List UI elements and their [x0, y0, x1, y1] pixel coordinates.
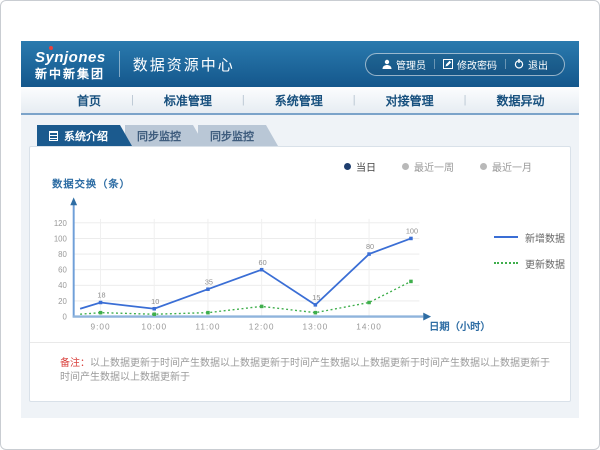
- chart-row: 0 20 40 60 80 100 120 9:00 10:00 11:00 12:00 13:00 1…: [30, 174, 570, 340]
- tab-0[interactable]: 系统介绍: [37, 125, 132, 146]
- svg-text:10:00: 10:00: [141, 321, 167, 331]
- svg-text:9:00: 9:00: [91, 321, 111, 331]
- svg-text:18: 18: [97, 291, 105, 300]
- document-icon: [49, 131, 58, 141]
- svg-text:13:00: 13:00: [303, 321, 329, 331]
- user-button-label: 管理员: [396, 57, 426, 72]
- tab-label: 同步监控: [137, 128, 181, 144]
- chart-panel: 当日 最近一周 最近一月 0 20 40 60 80 100 120 9:00 10:00 11:00…: [29, 146, 571, 402]
- content-area: 系统介绍 同步监控 同步监控 当日 最近一周 最近一月 0 20 40 60 80 100 120 9…: [21, 115, 579, 418]
- footnote: 备注：以上数据更新于时间产生数据以上数据更新于时间产生数据以上数据更新于时间产生…: [30, 342, 570, 401]
- svg-text:40: 40: [58, 281, 67, 290]
- nav-separator: |: [464, 94, 467, 106]
- footnote-label: 备注：: [60, 358, 90, 369]
- svg-text:10: 10: [151, 297, 159, 306]
- nav-item-3[interactable]: 对接管理: [386, 92, 434, 109]
- filter-label: 当日: [356, 159, 376, 174]
- user-icon: [382, 59, 392, 69]
- nav-item-0[interactable]: 首页: [77, 92, 101, 109]
- logout-button[interactable]: 退出: [506, 57, 556, 72]
- nav-item-4[interactable]: 数据异动: [497, 92, 545, 109]
- tab-2[interactable]: 同步监控: [198, 125, 278, 146]
- app-window: Synjones 新中新集团 数据资源中心 管理员 修改密码: [0, 0, 600, 450]
- svg-text:120: 120: [54, 219, 68, 228]
- logo-text-cn: 新中新集团: [35, 68, 106, 80]
- brand: Synjones 新中新集团 数据资源中心: [35, 48, 235, 80]
- logout-label: 退出: [528, 57, 548, 72]
- logout-icon: [514, 59, 524, 69]
- logo-red-dot-icon: [49, 46, 53, 50]
- dotted-line-swatch: [494, 262, 518, 264]
- legend-label: 新增数据: [525, 230, 565, 245]
- edit-icon: [443, 59, 453, 69]
- radio-dot-icon: [480, 163, 487, 170]
- legend-item-update-data: 更新数据: [494, 256, 565, 271]
- header-divider: [119, 51, 120, 77]
- radio-dot-icon: [344, 163, 351, 170]
- change-password-button[interactable]: 修改密码: [435, 57, 505, 72]
- svg-text:14:00: 14:00: [356, 321, 382, 331]
- header: Synjones 新中新集团 数据资源中心 管理员 修改密码: [21, 41, 579, 87]
- change-password-label: 修改密码: [457, 57, 497, 72]
- user-toolbar: 管理员 修改密码 退出: [365, 53, 565, 76]
- svg-text:0: 0: [63, 312, 68, 321]
- page-title: 数据资源中心: [133, 54, 235, 75]
- solid-line-swatch: [494, 236, 518, 238]
- tab-bar: 系统介绍 同步监控 同步监控: [29, 125, 571, 146]
- page: Synjones 新中新集团 数据资源中心 管理员 修改密码: [21, 41, 579, 418]
- nav-item-2[interactable]: 系统管理: [275, 92, 323, 109]
- logo-text-en: Synjones: [35, 50, 106, 65]
- legend-item-new-data: 新增数据: [494, 230, 565, 245]
- tab-label: 系统介绍: [64, 128, 108, 144]
- line-chart: 0 20 40 60 80 100 120 9:00 10:00 11:00 12:00 13:00 1…: [42, 174, 494, 340]
- svg-text:12:00: 12:00: [249, 321, 275, 331]
- svg-text:数据交换（条）: 数据交换（条）: [52, 178, 131, 191]
- svg-text:15: 15: [312, 293, 320, 302]
- user-button[interactable]: 管理员: [374, 57, 434, 72]
- tab-label: 同步监控: [210, 128, 254, 144]
- legend-label: 更新数据: [525, 256, 565, 271]
- filter-option-1[interactable]: 最近一周: [402, 159, 454, 174]
- svg-text:35: 35: [205, 277, 213, 286]
- svg-text:60: 60: [259, 258, 267, 267]
- nav-item-1[interactable]: 标准管理: [164, 92, 212, 109]
- tab-1[interactable]: 同步监控: [125, 125, 205, 146]
- radio-dot-icon: [402, 163, 409, 170]
- footnote-text: 以上数据更新于时间产生数据以上数据更新于时间产生数据以上数据更新于时间产生数据以…: [60, 358, 550, 383]
- svg-text:100: 100: [54, 234, 68, 243]
- nav-separator: |: [131, 94, 134, 106]
- svg-text:60: 60: [58, 266, 67, 275]
- svg-text:80: 80: [58, 250, 67, 259]
- svg-text:100: 100: [406, 227, 418, 236]
- filter-option-2[interactable]: 最近一月: [480, 159, 532, 174]
- time-filter-group: 当日 最近一周 最近一月: [30, 155, 570, 174]
- svg-text:80: 80: [366, 242, 374, 251]
- svg-text:日期（小时）: 日期（小时）: [429, 320, 491, 333]
- svg-text:11:00: 11:00: [195, 321, 220, 331]
- nav-separator: |: [242, 94, 245, 106]
- svg-text:20: 20: [58, 297, 67, 306]
- chart-legend: 新增数据 更新数据: [494, 230, 565, 271]
- filter-option-0[interactable]: 当日: [344, 159, 376, 174]
- logo: Synjones 新中新集团: [35, 48, 106, 80]
- main-nav: 首页 | 标准管理 | 系统管理 | 对接管理 | 数据异动: [21, 87, 579, 115]
- filter-label: 最近一周: [414, 159, 454, 174]
- filter-label: 最近一月: [492, 159, 532, 174]
- nav-separator: |: [353, 94, 356, 106]
